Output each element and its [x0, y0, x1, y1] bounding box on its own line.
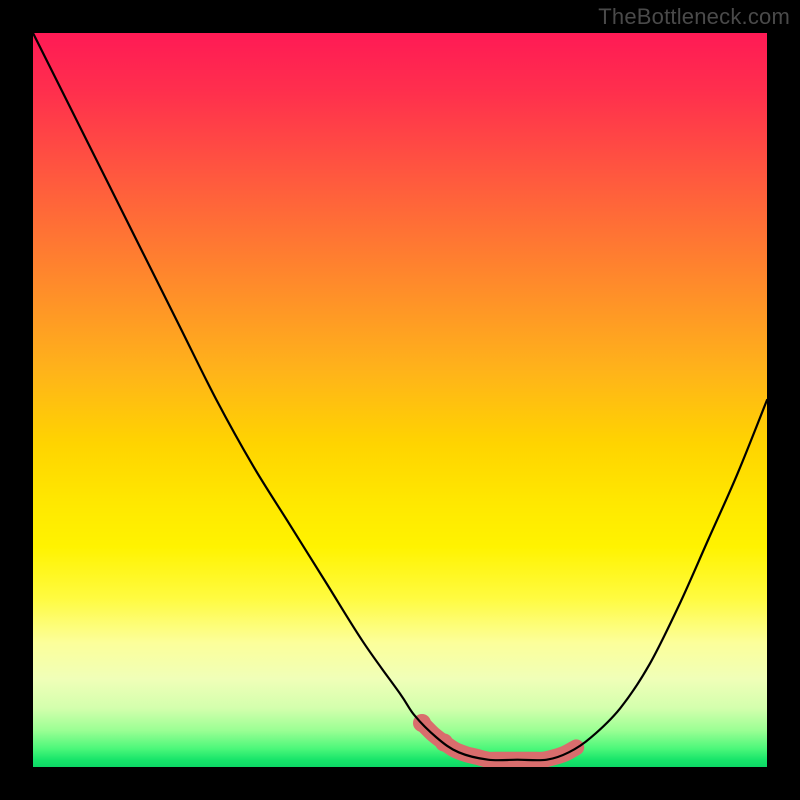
chart-frame: TheBottleneck.com [0, 0, 800, 800]
watermark-label: TheBottleneck.com [598, 4, 790, 30]
curve-svg [33, 33, 767, 767]
plot-area [33, 33, 767, 767]
bottleneck-curve [33, 33, 767, 760]
